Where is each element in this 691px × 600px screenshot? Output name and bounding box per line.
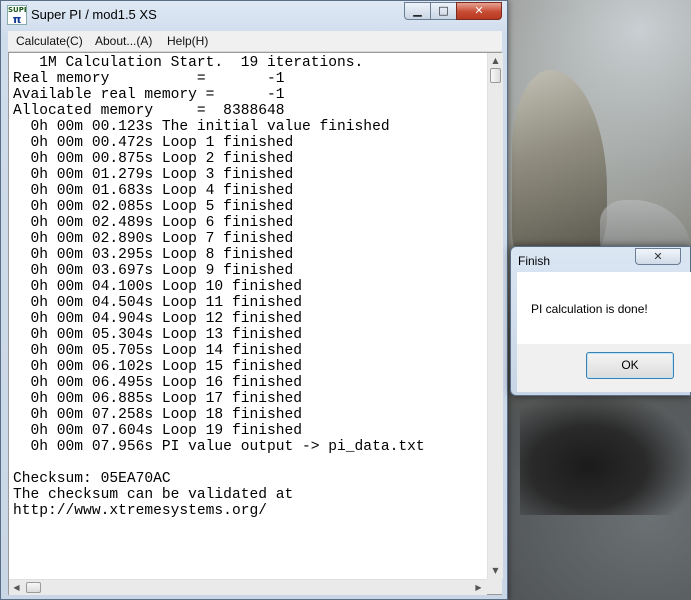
wallpaper-car bbox=[520, 395, 691, 515]
maximize-button[interactable]: □ bbox=[430, 2, 457, 20]
dialog-title: Finish bbox=[518, 254, 551, 268]
dialog-message: PI calculation is done! bbox=[531, 302, 648, 316]
finish-dialog: Finish ✕ PI calculation is done! OK bbox=[510, 246, 691, 396]
console-line: http://www.xtremesystems.org/ bbox=[13, 503, 267, 519]
console-line: 0h 00m 01.683s Loop 4 finished bbox=[13, 183, 294, 199]
console-line: 0h 00m 02.489s Loop 6 finished bbox=[13, 215, 294, 231]
console-area[interactable]: 1M Calculation Start. 19 iterations. Real… bbox=[8, 52, 503, 595]
console-line: 0h 00m 00.472s Loop 1 finished bbox=[13, 135, 294, 151]
menu-calculate[interactable]: Calculate(C) bbox=[16, 34, 83, 48]
console-line: 0h 00m 03.697s Loop 9 finished bbox=[13, 263, 294, 279]
menu-about[interactable]: About...(A) bbox=[95, 34, 152, 48]
window-title: Super PI / mod1.5 XS bbox=[31, 7, 157, 22]
superpi-app-icon[interactable]: SUPER π bbox=[7, 5, 27, 25]
scroll-left-arrow-icon[interactable]: ◀ bbox=[10, 581, 23, 594]
dialog-footer: OK bbox=[517, 344, 691, 392]
pi-icon: π bbox=[12, 13, 22, 25]
minimize-button[interactable]: ▁ bbox=[404, 2, 431, 20]
console-line: 0h 00m 02.890s Loop 7 finished bbox=[13, 231, 294, 247]
console-line: 0h 00m 02.085s Loop 5 finished bbox=[13, 199, 294, 215]
scroll-right-arrow-icon[interactable]: ▶ bbox=[472, 581, 485, 594]
vertical-scrollbar[interactable]: ▲ ▼ bbox=[487, 53, 503, 579]
ok-button[interactable]: OK bbox=[586, 352, 674, 379]
console-line: 0h 00m 00.875s Loop 2 finished bbox=[13, 151, 294, 167]
console-line: 0h 00m 01.279s Loop 3 finished bbox=[13, 167, 294, 183]
console-line: 0h 00m 07.258s Loop 18 finished bbox=[13, 407, 303, 423]
scroll-up-arrow-icon[interactable]: ▲ bbox=[489, 54, 502, 67]
console-line: 0h 00m 04.100s Loop 10 finished bbox=[13, 279, 303, 295]
menu-bar: Calculate(C) About...(A) Help(H) bbox=[8, 31, 502, 52]
horizontal-scroll-thumb[interactable] bbox=[26, 582, 41, 593]
console-line: 0h 00m 04.504s Loop 11 finished bbox=[13, 295, 303, 311]
scroll-down-arrow-icon[interactable]: ▼ bbox=[489, 564, 502, 577]
console-line: 0h 00m 07.956s PI value output -> pi_dat… bbox=[13, 439, 425, 455]
console-output: 1M Calculation Start. 19 iterations. Real… bbox=[13, 55, 483, 575]
console-line: 0h 00m 04.904s Loop 12 finished bbox=[13, 311, 303, 327]
console-line: 0h 00m 06.102s Loop 15 finished bbox=[13, 359, 303, 375]
scrollbar-corner bbox=[487, 579, 502, 594]
dialog-close-button[interactable]: ✕ bbox=[635, 248, 681, 265]
dialog-body: PI calculation is done! bbox=[517, 272, 691, 344]
console-line: The checksum can be validated at bbox=[13, 487, 294, 503]
console-line: Allocated memory = 8388648 bbox=[13, 103, 285, 119]
vertical-scroll-thumb[interactable] bbox=[490, 68, 501, 83]
superpi-window: SUPER π Super PI / mod1.5 XS ▁ □ ✕ Calcu… bbox=[0, 0, 508, 600]
console-line: 0h 00m 06.495s Loop 16 finished bbox=[13, 375, 303, 391]
close-button[interactable]: ✕ bbox=[456, 2, 502, 20]
console-line: 0h 00m 03.295s Loop 8 finished bbox=[13, 247, 294, 263]
console-line: Real memory = -1 bbox=[13, 71, 285, 87]
menu-help[interactable]: Help(H) bbox=[167, 34, 208, 48]
console-line: 1M Calculation Start. 19 iterations. bbox=[13, 55, 364, 71]
wallpaper-rock bbox=[512, 70, 607, 270]
console-line: 0h 00m 05.304s Loop 13 finished bbox=[13, 327, 303, 343]
console-line: Checksum: 05EA70AC bbox=[13, 471, 171, 487]
title-bar[interactable]: SUPER π Super PI / mod1.5 XS ▁ □ ✕ bbox=[1, 1, 507, 29]
console-line: 0h 00m 00.123s The initial value finishe… bbox=[13, 119, 390, 135]
console-line: 0h 00m 05.705s Loop 14 finished bbox=[13, 343, 303, 359]
console-line: 0h 00m 06.885s Loop 17 finished bbox=[13, 391, 303, 407]
console-line: 0h 00m 07.604s Loop 19 finished bbox=[13, 423, 303, 439]
console-line: Available real memory = -1 bbox=[13, 87, 285, 103]
horizontal-scrollbar[interactable]: ◀ ▶ bbox=[9, 579, 487, 595]
